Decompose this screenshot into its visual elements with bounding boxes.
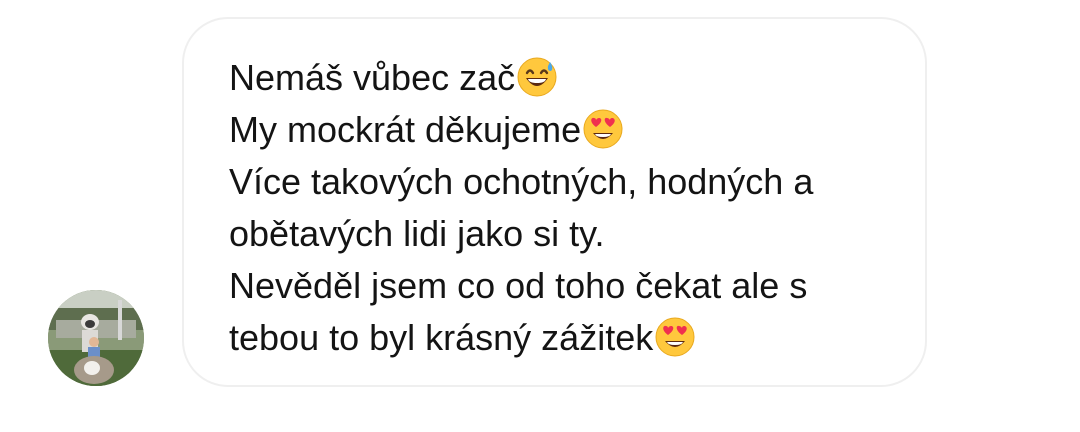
avatar[interactable] [48,290,144,386]
message-line: Nevěděl jsem co od toho čekat ale s [229,265,808,306]
grinning-face-with-sweat-icon [516,56,558,98]
smiling-face-with-heart-eyes-icon [582,108,624,150]
message-line: My mockrát děkujeme [229,104,909,156]
message-line: Nemáš vůbec zač [229,52,909,104]
message-line: Více takových ochotných, hodných a [229,161,814,202]
message-text: Nemáš vůbec zač My mockrát děkujeme Více… [229,52,909,364]
smiling-face-with-heart-eyes-icon [654,316,696,358]
message-line: tebou to byl krásný zážitek [229,312,909,364]
avatar-photo [48,290,144,386]
message-line: obětavých lidi jako si ty. [229,213,605,254]
